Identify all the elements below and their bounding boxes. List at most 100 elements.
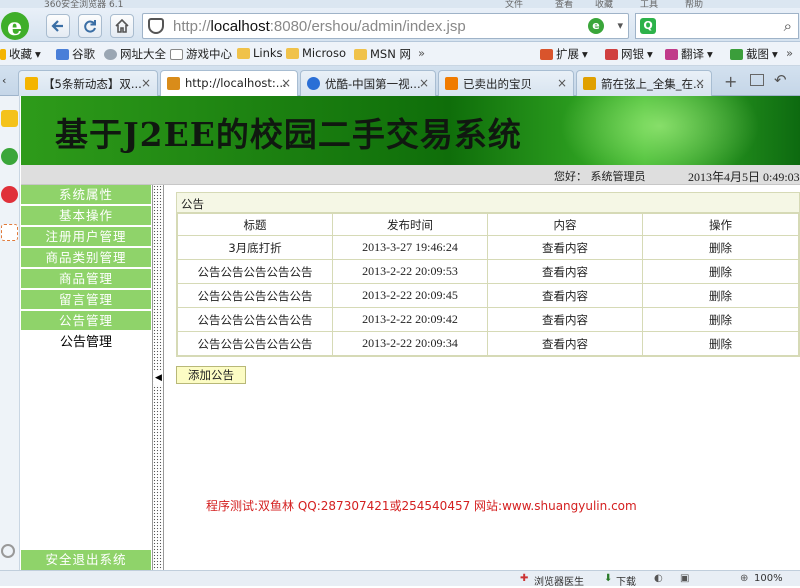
menu-user-management[interactable]: 注册用户管理 [21,227,151,247]
extensions-icon [540,48,553,60]
fav-game-center[interactable]: 游戏中心 [170,46,232,62]
submenu-announcement-management[interactable]: 公告管理 [21,333,151,353]
window-icon[interactable]: ▣ [680,573,689,584]
address-bar[interactable]: http://localhost:8080/ershou/admin/index… [142,13,629,39]
folder-icon [286,47,299,59]
delete-link[interactable]: 删除 [642,307,799,332]
fav-msn[interactable]: MSN 网 [354,46,411,62]
undo-close-icon[interactable]: ↶ [774,71,787,89]
svg-text:e: e [7,12,22,41]
announcement-panel: 公告 标题 发布时间 内容 操作 3月底打折 2013-3-27 19:46:2… [176,192,800,357]
mail-icon[interactable] [1,224,18,241]
restore-tab-icon[interactable] [750,74,764,86]
favorites-menu[interactable]: 收藏 ▾ [0,46,41,62]
refresh-icon [84,20,96,33]
tab-localhost[interactable]: http://localhost:... × [160,70,298,96]
view-content-link[interactable]: 查看内容 [487,331,643,356]
row-title: 公告公告公告公告公告 [177,331,333,356]
collapse-arrow-icon[interactable]: ◀ [154,371,163,385]
zoom-level[interactable]: 100% [754,573,783,584]
tab-video[interactable]: 箭在弦上_全集_在... × [576,70,712,96]
delete-link[interactable]: 删除 [642,235,799,260]
weibo-icon[interactable] [1,186,18,203]
row-title: 公告公告公告公告公告 [177,259,333,284]
row-date: 2013-2-22 20:09:34 [332,331,488,356]
tools-more[interactable]: » [786,46,793,60]
menu-category-management[interactable]: 商品类别管理 [21,248,151,268]
home-button[interactable] [110,14,134,38]
refresh-button[interactable] [78,14,102,38]
search-icon[interactable]: ⌕ [784,17,792,35]
close-icon[interactable]: × [141,76,151,90]
delete-link[interactable]: 删除 [642,259,799,284]
menu-favorites[interactable]: 收藏 [595,0,613,8]
search-box[interactable]: Q ⌕ [635,13,799,39]
row-date: 2013-2-22 20:09:45 [332,283,488,308]
close-icon[interactable]: × [557,76,567,90]
menu-help[interactable]: 帮助 [685,0,703,8]
row-date: 2013-3-27 19:46:24 [332,235,488,260]
fav-google[interactable]: 谷歌 [56,46,95,62]
chevron-down-icon[interactable]: ▾ [617,19,623,32]
close-icon[interactable]: × [419,76,429,90]
navigation-bar: e http://localhost:8080/ershou/admin/ind… [0,8,800,42]
star-icon [0,48,6,60]
download-icon[interactable]: ⬇ [604,573,612,584]
frame-splitter[interactable]: ◀ [152,185,164,570]
compat-mode-icon[interactable]: e [588,18,604,34]
page-icon [170,48,183,60]
netbank-button[interactable]: 网银 ▾ [605,46,653,62]
close-icon[interactable]: × [695,76,705,90]
menu-basic-operations[interactable]: 基本操作 [21,206,151,226]
zoom-icon[interactable]: ⊕ [740,573,748,584]
play-icon [307,77,320,90]
table-row: 公告公告公告公告公告 2013-2-22 20:09:34 查看内容 删除 [177,331,799,356]
view-content-link[interactable]: 查看内容 [487,235,643,260]
menu-announcement-management[interactable]: 公告管理 [21,311,151,331]
extensions-button[interactable]: 扩展 ▾ [540,46,588,62]
browser-doctor-icon[interactable]: ✚ [520,573,528,584]
gear-icon[interactable] [1,544,15,558]
translate-button[interactable]: 翻译 ▾ [665,46,713,62]
search-engine-icon[interactable]: Q [640,18,656,34]
history-clock-icon[interactable] [1,148,18,165]
favorites-star-icon[interactable] [1,110,18,127]
window-titlebar: 360安全浏览器 6.1 文件 查看 收藏 工具 帮助 [0,0,800,8]
menu-message-management[interactable]: 留言管理 [21,290,151,310]
new-tab-icon[interactable]: + [724,72,737,91]
translate-icon [665,48,678,60]
tab-bar: ‹ 【5条新动态】双... × http://localhost:... × 优酷-… [0,66,800,96]
logout-button[interactable]: 安全退出系统 [21,550,151,570]
add-announcement-button[interactable]: 添加公告 [176,366,246,384]
tab-scroll-left[interactable]: ‹ [2,74,6,87]
fav-links[interactable]: Links [237,46,283,60]
table-row: 公告公告公告公告公告 2013-2-22 20:09:53 查看内容 删除 [177,259,799,284]
view-content-link[interactable]: 查看内容 [487,307,643,332]
speaker-icon[interactable]: ◐ [654,573,663,584]
tab-youku[interactable]: 优酷-中国第一视... × [300,70,436,96]
fav-more[interactable]: » [418,46,425,60]
credit-text: 程序测试:双鱼林 QQ:287307421或254540457 网站:www.s… [206,499,637,513]
delete-link[interactable]: 删除 [642,331,799,356]
folder-icon [237,47,250,59]
fav-url-directory[interactable]: 网址大全 [104,46,166,62]
web-page: 基于J2EE的校园二手交易系统 您好： 系统管理员 2013年4月5日 0:49… [21,96,800,570]
back-button[interactable] [46,14,70,38]
row-title: 公告公告公告公告公告 [177,307,333,332]
close-icon[interactable]: × [281,76,291,90]
fav-microsoft[interactable]: Microso [286,46,346,60]
user-greeting: 您好： 系统管理员 [554,170,646,183]
address-url[interactable]: http://localhost:8080/ershou/admin/index… [173,18,466,35]
tab-sold-items[interactable]: 已卖出的宝贝 × [438,70,574,96]
tab-qzone[interactable]: 【5条新动态】双... × [18,70,158,96]
menu-file[interactable]: 文件 [505,0,523,8]
view-content-link[interactable]: 查看内容 [487,259,643,284]
menu-view[interactable]: 查看 [555,0,573,8]
delete-link[interactable]: 删除 [642,283,799,308]
screenshot-button[interactable]: 截图 ▾ [730,46,778,62]
menu-tools[interactable]: 工具 [640,0,658,8]
menu-system-properties[interactable]: 系统属性 [21,185,151,205]
row-title: 3月底打折 [177,235,333,260]
view-content-link[interactable]: 查看内容 [487,283,643,308]
menu-product-management[interactable]: 商品管理 [21,269,151,289]
